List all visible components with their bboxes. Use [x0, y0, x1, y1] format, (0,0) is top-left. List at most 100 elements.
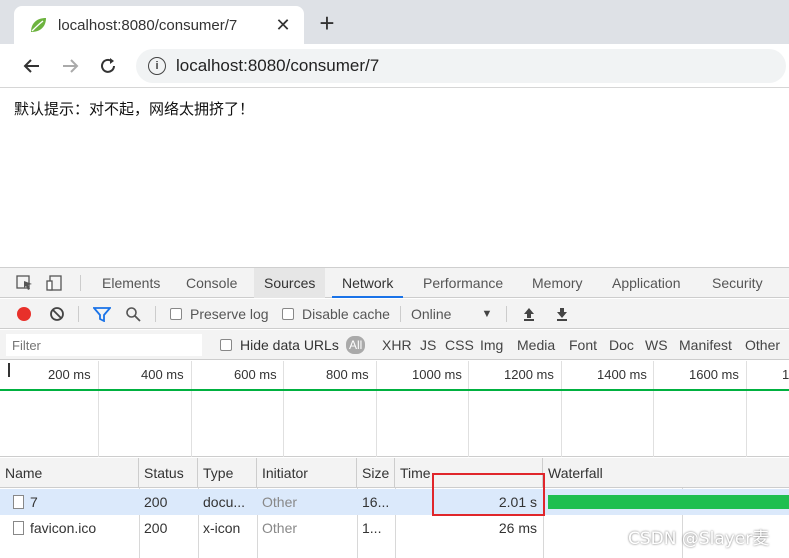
close-tab-icon[interactable]: ✕ [270, 15, 296, 36]
watermark: CSDN @Slayer麦 [628, 529, 770, 549]
filter-doc[interactable]: Doc [609, 336, 634, 354]
overview-gridline [746, 361, 747, 457]
address-bar[interactable]: i localhost:8080/consumer/7 [136, 49, 786, 83]
spring-leaf-icon [28, 15, 48, 35]
record-button[interactable] [17, 299, 31, 329]
cell-name: favicon.ico [8, 515, 138, 541]
tab-security[interactable]: Security [712, 268, 763, 298]
export-har-icon[interactable] [555, 299, 569, 329]
filter-bar: Hide data URLs All XHR JS CSS Img Media … [0, 330, 789, 360]
preserve-log-label: Preserve log [190, 306, 269, 322]
tab-elements[interactable]: Elements [102, 268, 160, 298]
page-content: 默认提示：对不起，网络太拥挤了！ [0, 88, 789, 267]
filter-media[interactable]: Media [517, 336, 555, 354]
column-waterfall[interactable]: Waterfall [543, 458, 789, 488]
filter-font[interactable]: Font [569, 336, 597, 354]
table-header: Name Status Type Initiator Size Time Wat… [0, 458, 789, 488]
column-type[interactable]: Type [198, 458, 257, 488]
disable-cache-checkbox[interactable]: Disable cache [282, 299, 390, 329]
document-icon [13, 521, 24, 535]
device-toolbar-icon[interactable] [46, 275, 64, 291]
import-har-icon[interactable] [522, 299, 536, 329]
overview-tick-label: 600 ms [234, 367, 277, 382]
clear-icon[interactable] [49, 299, 65, 329]
new-tab-button[interactable]: + [314, 8, 340, 38]
request-name: 7 [30, 494, 38, 510]
throttling-select[interactable]: Online ▼ [411, 299, 492, 329]
filter-xhr[interactable]: XHR [382, 336, 412, 354]
tab-strip: localhost:8080/consumer/7 ✕ + [0, 0, 789, 44]
disable-cache-label: Disable cache [302, 306, 390, 322]
divider [400, 306, 401, 322]
throttling-value: Online [411, 306, 452, 322]
overview-tick-label: 1400 ms [597, 367, 647, 382]
column-size[interactable]: Size [357, 458, 395, 488]
tab-application[interactable]: Application [612, 268, 681, 298]
filter-input[interactable] [6, 334, 202, 356]
cell-status: 200 [144, 494, 168, 510]
overview-gridline [376, 361, 377, 457]
filter-css[interactable]: CSS [445, 336, 474, 354]
search-icon[interactable] [125, 299, 141, 329]
column-initiator[interactable]: Initiator [257, 458, 357, 488]
overview-request-line [0, 389, 789, 391]
filter-funnel-icon[interactable] [93, 299, 111, 329]
waterfall-bar[interactable] [548, 495, 789, 509]
overview-tick-label: 1600 ms [689, 367, 739, 382]
tab-network[interactable]: Network [332, 268, 404, 298]
divider [78, 306, 79, 322]
cell-initiator[interactable]: Other [257, 515, 357, 541]
overview-gridline [653, 361, 654, 457]
table-row[interactable]: 7 200 docu... Other 16... 2.01 s [0, 489, 789, 515]
column-name[interactable]: Name [0, 458, 139, 488]
overview-start-marker [8, 363, 10, 377]
filter-ws[interactable]: WS [645, 336, 668, 354]
tab-performance[interactable]: Performance [423, 268, 503, 298]
network-toolbar: Preserve log Disable cache Online ▼ [0, 299, 789, 329]
filter-all[interactable]: All [346, 336, 366, 354]
forward-arrow-icon[interactable] [58, 54, 82, 78]
tab-console[interactable]: Console [186, 268, 237, 298]
preserve-log-checkbox[interactable]: Preserve log [170, 299, 269, 329]
inspect-element-icon[interactable] [16, 275, 34, 291]
cell-size: 1... [362, 520, 382, 536]
filter-manifest[interactable]: Manifest [679, 336, 732, 354]
reload-icon[interactable] [96, 54, 120, 78]
overview-tick-label: 1000 ms [412, 367, 462, 382]
document-icon [13, 495, 24, 509]
overview-tick-label: 400 ms [141, 367, 184, 382]
overview-tick-label: 1 [782, 367, 789, 382]
devtools-panel: Elements Console Sources Network Perform… [0, 267, 789, 558]
cell-name: 7 [8, 489, 138, 515]
overview-gridline [98, 361, 99, 457]
browser-toolbar: i localhost:8080/consumer/7 [0, 44, 789, 88]
column-status[interactable]: Status [139, 458, 198, 488]
tab-memory[interactable]: Memory [532, 268, 583, 298]
back-arrow-icon[interactable] [20, 54, 44, 78]
overview-tick-label: 200 ms [48, 367, 91, 382]
request-name: favicon.ico [30, 520, 97, 536]
cell-type: docu... [203, 494, 246, 510]
network-overview[interactable]: 200 ms 400 ms 600 ms 800 ms 1000 ms 1200… [0, 361, 789, 457]
overview-tick-label: 1200 ms [504, 367, 554, 382]
hide-data-urls-checkbox[interactable]: Hide data URLs [220, 330, 339, 360]
url-text[interactable]: localhost:8080/consumer/7 [176, 56, 379, 76]
tab-sources[interactable]: Sources [254, 268, 326, 298]
overview-gridline [468, 361, 469, 457]
tab-title: localhost:8080/consumer/7 [58, 16, 238, 34]
filter-js[interactable]: JS [420, 336, 436, 354]
divider [506, 306, 507, 322]
hide-data-urls-label: Hide data URLs [240, 337, 339, 353]
cell-initiator[interactable]: Other [257, 489, 357, 515]
cell-size: 16... [362, 494, 390, 510]
cell-type: x-icon [203, 520, 241, 536]
page-message: 默认提示：对不起，网络太拥挤了！ [14, 100, 255, 118]
filter-img[interactable]: Img [480, 336, 503, 354]
info-icon[interactable]: i [148, 57, 166, 75]
overview-gridline [283, 361, 284, 457]
cell-time: 26 ms [498, 520, 537, 536]
browser-tab[interactable]: localhost:8080/consumer/7 ✕ [14, 6, 304, 44]
divider [80, 275, 81, 291]
filter-other[interactable]: Other [745, 336, 780, 354]
overview-tick-label: 800 ms [326, 367, 369, 382]
